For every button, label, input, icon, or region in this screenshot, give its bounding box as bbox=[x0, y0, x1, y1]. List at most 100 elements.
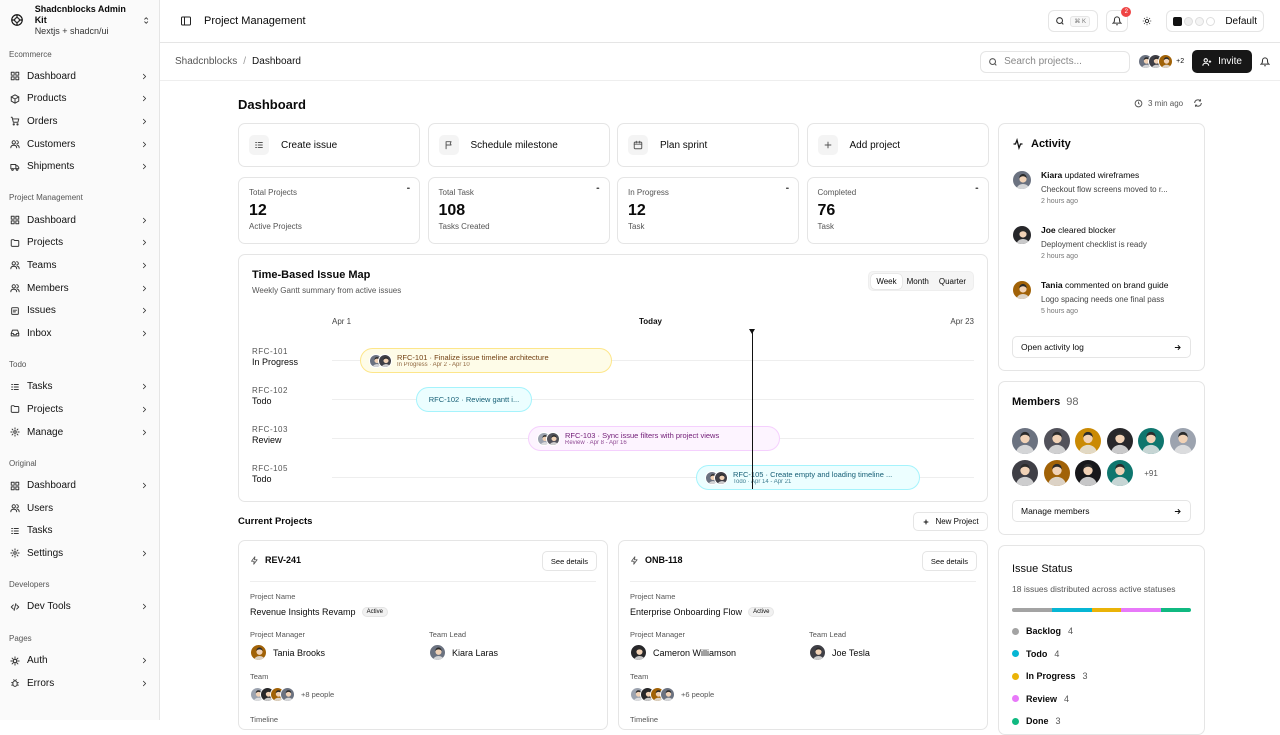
command-search-button[interactable]: ⌘ K bbox=[1048, 10, 1099, 32]
sidebar-item-project-management-projects[interactable]: Projects bbox=[0, 232, 159, 255]
tab-month[interactable]: Month bbox=[902, 274, 934, 289]
sidebar-item-label: Dashboard bbox=[27, 480, 76, 492]
status-row-review[interactable]: Review 4 bbox=[1012, 694, 1069, 704]
activity-text: Tania commented on brand guide Logo spaci… bbox=[1041, 280, 1191, 315]
tab-quarter[interactable]: Quarter bbox=[934, 274, 971, 289]
sidebar-item-project-management-inbox[interactable]: Inbox bbox=[0, 322, 159, 345]
sidebar-item-project-management-issues[interactable]: Issues bbox=[0, 299, 159, 322]
sidebar-toggle-icon[interactable] bbox=[180, 15, 192, 27]
sidebar-item-label: Dev Tools bbox=[27, 601, 71, 613]
theme-toggle-button[interactable] bbox=[1136, 10, 1158, 32]
status-row-done[interactable]: Done 3 bbox=[1012, 716, 1061, 726]
sidebar-item-todo-projects[interactable]: Projects bbox=[0, 398, 159, 421]
sidebar-item-ecommerce-shipments[interactable]: Shipments bbox=[0, 155, 159, 178]
sidebar-item-project-management-teams[interactable]: Teams bbox=[0, 254, 159, 277]
quick-action-create-issue-button[interactable]: Create issue bbox=[238, 123, 420, 167]
more-options-icon[interactable]: ••• bbox=[407, 186, 410, 192]
sidebar-item-ecommerce-orders[interactable]: Orders bbox=[0, 110, 159, 133]
collaborator-avatars[interactable]: +2 bbox=[1138, 54, 1184, 69]
status-badge: Active bbox=[748, 607, 775, 617]
avatar bbox=[250, 644, 267, 661]
see-details-button[interactable]: See details bbox=[541, 551, 597, 571]
avatar[interactable] bbox=[1075, 460, 1101, 486]
gantt-bar-rfc-101[interactable]: RFC-101 · Finalize issue timeline archit… bbox=[360, 348, 612, 373]
notifications-button[interactable]: 2 bbox=[1106, 7, 1132, 32]
workspace-name: Shadcnblocks Admin Kit bbox=[34, 3, 126, 25]
team-avatars[interactable]: +6 people bbox=[630, 687, 714, 702]
bar-text: RFC-102 · Review gantt i... bbox=[429, 395, 519, 404]
avatar[interactable] bbox=[1043, 428, 1070, 454]
sidebar-item-developers-dev-tools[interactable]: Dev Tools bbox=[0, 596, 159, 619]
sidebar-item-pages-auth[interactable]: Auth bbox=[0, 649, 159, 672]
more-options-icon[interactable]: ••• bbox=[596, 186, 599, 192]
more-options-icon[interactable]: ••• bbox=[975, 186, 978, 192]
plus-icon bbox=[924, 519, 929, 524]
refresh-icon[interactable] bbox=[1193, 98, 1203, 108]
sidebar-item-original-users[interactable]: Users bbox=[0, 497, 159, 520]
team-avatars[interactable]: +8 people bbox=[250, 687, 334, 702]
sidebar-item-label: Tasks bbox=[27, 381, 53, 393]
sidebar-item-todo-manage[interactable]: Manage bbox=[0, 421, 159, 444]
swatch-gray bbox=[1195, 16, 1205, 26]
tab-week[interactable]: Week bbox=[871, 273, 902, 289]
quick-action-label: Schedule milestone bbox=[470, 139, 558, 151]
avatar[interactable] bbox=[1106, 428, 1133, 454]
workspace-switcher[interactable]: Shadcnblocks Admin Kit Nextjs + shadcn/u… bbox=[0, 0, 159, 40]
swatch-white bbox=[1206, 16, 1216, 26]
sidebar-item-project-management-members[interactable]: Members bbox=[0, 277, 159, 300]
breadcrumb-root[interactable]: Shadcnblocks bbox=[175, 56, 237, 67]
new-project-label: New Project bbox=[935, 517, 979, 526]
avatar bbox=[280, 687, 295, 702]
status-row-todo[interactable]: Todo 4 bbox=[1012, 649, 1059, 659]
more-options-icon[interactable]: ••• bbox=[786, 186, 789, 192]
avatar[interactable] bbox=[1075, 428, 1101, 454]
avatar[interactable] bbox=[1012, 428, 1038, 454]
status-row-in-progress[interactable]: In Progress 3 bbox=[1012, 671, 1088, 681]
avatar[interactable] bbox=[1138, 428, 1164, 454]
sidebar-item-label: Dashboard bbox=[27, 214, 76, 226]
range-tabs: Week Month Quarter bbox=[868, 271, 974, 291]
members-more-count[interactable]: +91 bbox=[1138, 460, 1164, 486]
avatar bbox=[660, 687, 675, 702]
issue-status-title: Issue Status bbox=[1012, 563, 1073, 575]
manage-members-label: Manage members bbox=[1021, 506, 1090, 516]
bell-icon[interactable] bbox=[1260, 56, 1270, 67]
activity-detail: Checkout flow screens moved to r... bbox=[1041, 185, 1168, 194]
gantt-bar-rfc-103[interactable]: RFC-103 · Sync issue filters with projec… bbox=[528, 426, 780, 451]
status-label: Review bbox=[1026, 693, 1058, 704]
theme-select[interactable]: Default bbox=[1166, 10, 1264, 32]
sidebar-item-ecommerce-customers[interactable]: Customers bbox=[0, 133, 159, 156]
sidebar-item-original-settings[interactable]: Settings bbox=[0, 542, 159, 565]
new-project-button[interactable]: New Project bbox=[913, 512, 988, 531]
open-activity-log-button[interactable]: Open activity log bbox=[1012, 336, 1191, 358]
project-code-text: REV-241 bbox=[265, 555, 302, 565]
calendar-icon-wrap bbox=[628, 135, 648, 155]
sidebar-item-original-tasks[interactable]: Tasks bbox=[0, 520, 159, 543]
avatar[interactable] bbox=[1106, 460, 1133, 486]
quick-action-plan-sprint-button[interactable]: Plan sprint bbox=[617, 123, 799, 167]
sidebar-item-ecommerce-products[interactable]: Products bbox=[0, 88, 159, 111]
sidebar-item-original-dashboard[interactable]: Dashboard bbox=[0, 474, 159, 497]
sidebar-item-todo-tasks[interactable]: Tasks bbox=[0, 376, 159, 399]
quick-action-schedule-milestone-button[interactable]: Schedule milestone bbox=[427, 123, 610, 167]
avatar[interactable] bbox=[1043, 460, 1070, 486]
see-details-button[interactable]: See details bbox=[921, 551, 977, 571]
manage-members-button[interactable]: Manage members bbox=[1012, 500, 1191, 522]
avatar[interactable] bbox=[1012, 460, 1038, 486]
project-search-input[interactable]: Search projects... bbox=[980, 50, 1131, 73]
activity-action: updated wireframes bbox=[1064, 170, 1140, 180]
quick-action-add-project-button[interactable]: Add project bbox=[806, 123, 989, 167]
avatar[interactable] bbox=[1169, 428, 1196, 454]
invite-button[interactable]: Invite bbox=[1192, 50, 1252, 73]
sidebar-item-pages-errors[interactable]: Errors bbox=[0, 672, 159, 695]
sidebar-item-ecommerce-dashboard[interactable]: Dashboard bbox=[0, 65, 159, 88]
issue-map-subtitle: Weekly Gantt summary from active issues bbox=[252, 286, 402, 295]
team-more: +6 people bbox=[681, 690, 715, 699]
status-segment-backlog bbox=[1012, 608, 1052, 612]
sidebar-item-label: Settings bbox=[27, 547, 64, 559]
gantt-bar-rfc-102[interactable]: RFC-102 · Review gantt i... bbox=[416, 387, 532, 412]
sidebar-item-project-management-dashboard[interactable]: Dashboard bbox=[0, 209, 159, 232]
gantt-bar-rfc-105[interactable]: RFC-105 · Create empty and loading timel… bbox=[696, 465, 920, 490]
status-row-backlog[interactable]: Backlog 4 bbox=[1012, 626, 1073, 636]
list-icon-wrap bbox=[249, 135, 269, 155]
